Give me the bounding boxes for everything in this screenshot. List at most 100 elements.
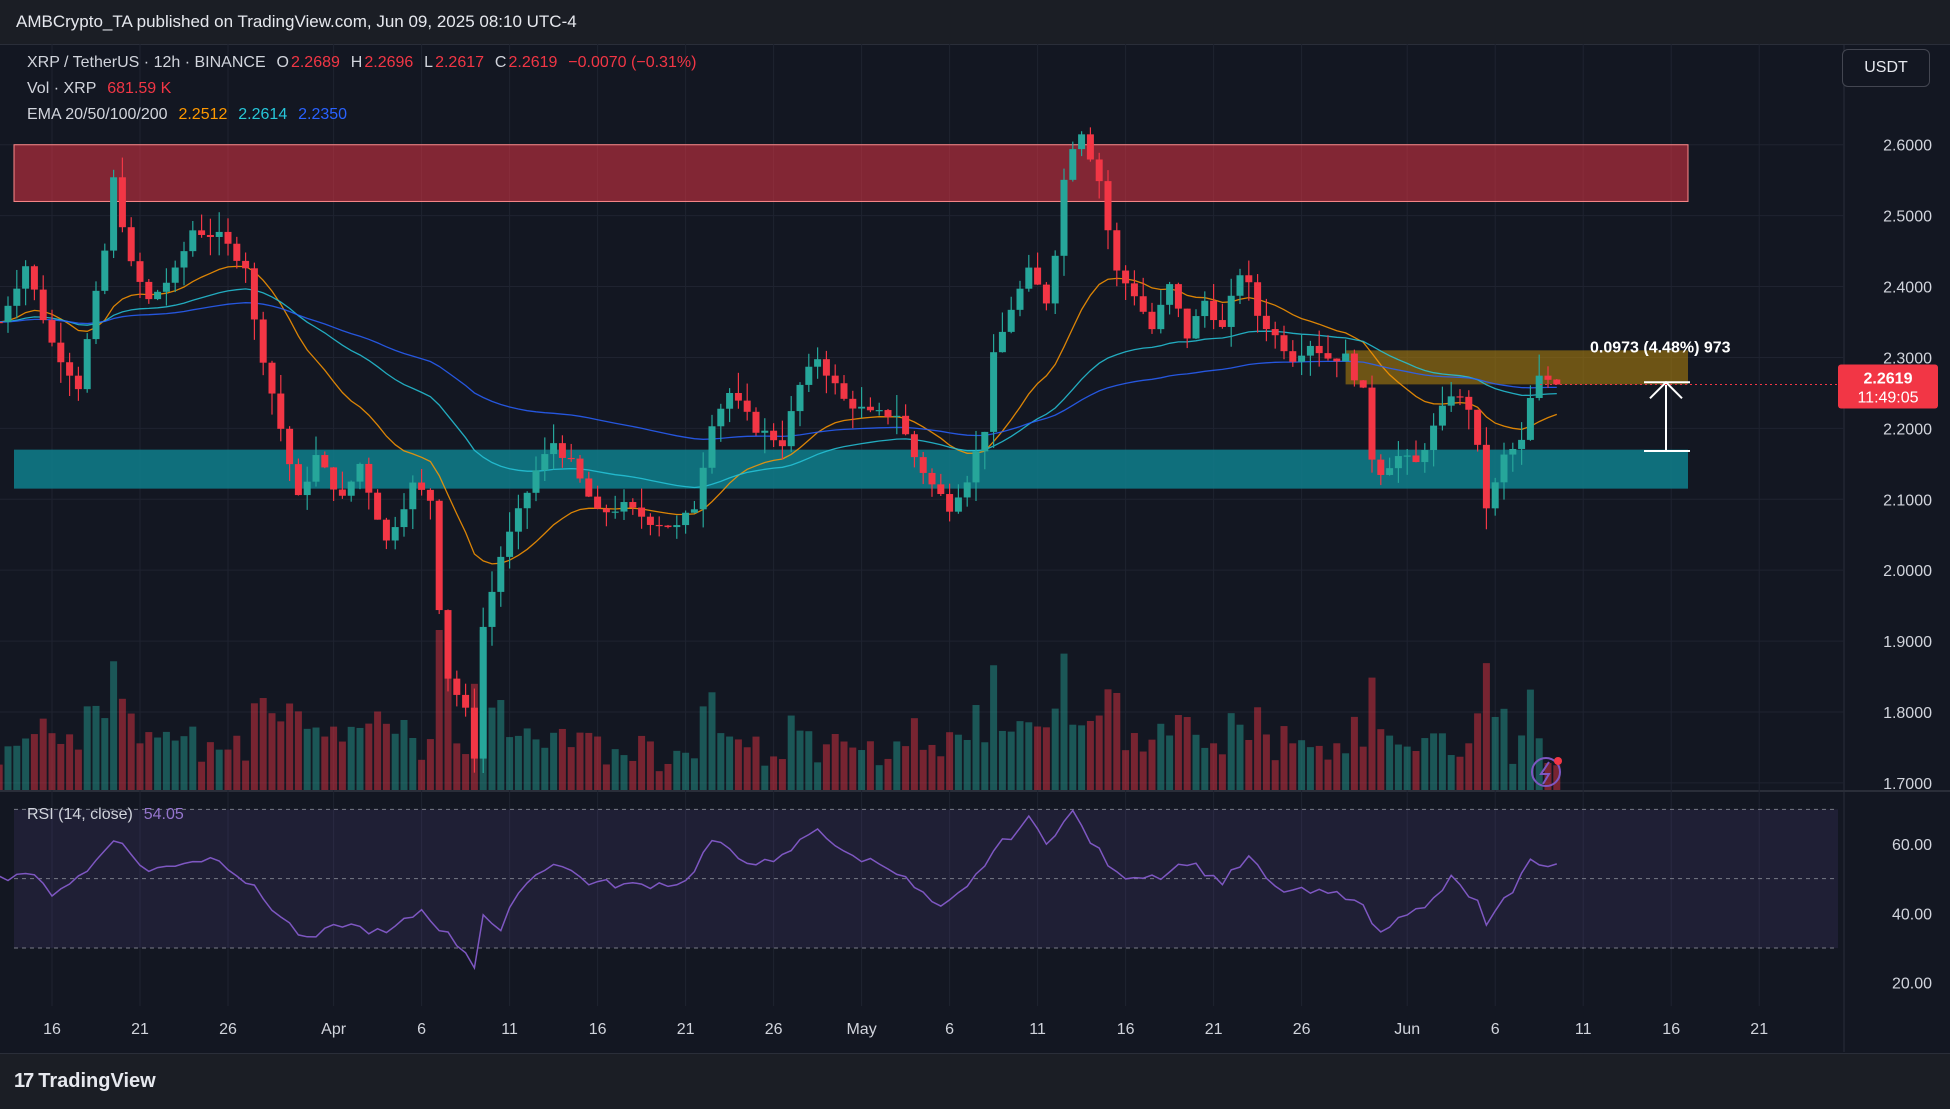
candle-body[interactable] <box>1122 270 1130 284</box>
candle-body[interactable] <box>1298 355 1306 362</box>
candle-body[interactable] <box>523 492 531 509</box>
rsi-label[interactable]: RSI (14, close) <box>27 806 133 823</box>
candle-body[interactable] <box>594 496 602 509</box>
candle-body[interactable] <box>400 509 408 528</box>
candle-body[interactable] <box>717 408 725 427</box>
resistance-zone[interactable] <box>13 144 1689 202</box>
candle-body[interactable] <box>1078 134 1086 150</box>
candle-body[interactable] <box>875 410 883 412</box>
candle-body[interactable] <box>761 430 769 433</box>
candle-body[interactable] <box>409 482 417 510</box>
candle-body[interactable] <box>550 443 558 455</box>
candle-body[interactable] <box>1465 396 1473 410</box>
candle-body[interactable] <box>453 678 461 695</box>
candle-body[interactable] <box>1095 159 1103 182</box>
candle-body[interactable] <box>488 591 496 627</box>
candle-body[interactable] <box>893 415 901 418</box>
candle-body[interactable] <box>1342 353 1350 362</box>
candle-body[interactable] <box>1544 375 1552 380</box>
candle-body[interactable] <box>286 428 294 465</box>
candle-body[interactable] <box>638 507 646 517</box>
candle-body[interactable] <box>22 266 30 289</box>
candle-body[interactable] <box>690 509 698 513</box>
currency-button[interactable]: USDT <box>1842 49 1930 87</box>
candle-body[interactable] <box>532 470 540 493</box>
candle-body[interactable] <box>1412 455 1420 463</box>
candle-body[interactable] <box>620 502 628 512</box>
candle-body[interactable] <box>576 458 584 479</box>
candle-body[interactable] <box>13 288 21 306</box>
candle-body[interactable] <box>198 230 206 235</box>
legend-symbol[interactable]: XRP / TetherUS · 12h · BINANCE <box>27 54 266 71</box>
candle-body[interactable] <box>435 500 443 611</box>
candle-body[interactable] <box>250 268 258 320</box>
candle-body[interactable] <box>127 227 135 262</box>
candle-body[interactable] <box>963 482 971 498</box>
candle-body[interactable] <box>268 362 276 394</box>
candle-body[interactable] <box>1254 282 1262 316</box>
candle-body[interactable] <box>497 556 505 592</box>
candle-body[interactable] <box>752 411 760 433</box>
candle-body[interactable] <box>136 261 144 282</box>
candle-body[interactable] <box>39 289 47 321</box>
candle-body[interactable] <box>981 431 989 452</box>
candle-body[interactable] <box>374 492 382 520</box>
candle-body[interactable] <box>83 339 91 390</box>
candle-body[interactable] <box>585 478 593 497</box>
candle-body[interactable] <box>1034 267 1042 285</box>
candle-body[interactable] <box>189 230 197 252</box>
brand-name[interactable]: TradingView <box>38 1070 155 1092</box>
candle-body[interactable] <box>1456 396 1464 398</box>
candle-body[interactable] <box>356 463 364 482</box>
candle-body[interactable] <box>57 342 65 363</box>
candle-body[interactable] <box>1526 398 1534 440</box>
candle-body[interactable] <box>840 383 848 399</box>
candle-body[interactable] <box>1051 255 1059 304</box>
candle-body[interactable] <box>699 467 707 510</box>
candle-body[interactable] <box>1474 409 1482 445</box>
candle-body[interactable] <box>1069 149 1077 180</box>
candle-body[interactable] <box>726 392 734 409</box>
ema-label[interactable]: EMA 20/50/100/200 <box>27 106 168 123</box>
candle-body[interactable] <box>1201 300 1209 317</box>
candle-body[interactable] <box>321 455 329 468</box>
candle-body[interactable] <box>1166 284 1174 305</box>
candle-body[interactable] <box>1386 468 1394 475</box>
candle-body[interactable] <box>1148 311 1156 330</box>
candle-body[interactable] <box>770 430 778 441</box>
candle-body[interactable] <box>418 482 426 490</box>
candle-body[interactable] <box>1333 358 1341 362</box>
candle-body[interactable] <box>928 472 936 485</box>
candle-body[interactable] <box>787 411 795 447</box>
candle-body[interactable] <box>506 531 514 557</box>
candle-body[interactable] <box>558 443 566 458</box>
candle-body[interactable] <box>849 398 857 409</box>
candle-body[interactable] <box>294 464 302 496</box>
candle-body[interactable] <box>796 384 804 412</box>
candle-body[interactable] <box>805 366 813 385</box>
candle-body[interactable] <box>154 291 162 300</box>
candle-body[interactable] <box>1271 329 1279 336</box>
chart-canvas[interactable]: 16 21 26 Apr 6 11 16 21 26 May 6 11 16 21 26 Jun 6 11 16 21… <box>0 44 1950 1054</box>
candle-body[interactable] <box>66 362 74 376</box>
candle-body[interactable] <box>1403 455 1411 457</box>
candle-body[interactable] <box>919 457 927 473</box>
candle-body[interactable] <box>338 489 346 496</box>
candle-body[interactable] <box>206 234 214 237</box>
candle-body[interactable] <box>990 352 998 432</box>
candle-body[interactable] <box>1280 335 1288 352</box>
candle-body[interactable] <box>541 454 549 471</box>
candle-body[interactable] <box>1016 288 1024 310</box>
candle-body[interactable] <box>1113 230 1121 271</box>
candle-body[interactable] <box>682 512 690 526</box>
candle-body[interactable] <box>365 463 373 493</box>
candle-body[interactable] <box>858 406 866 409</box>
candle-body[interactable] <box>277 393 285 429</box>
candle-body[interactable] <box>673 525 681 528</box>
candle-body[interactable] <box>1306 345 1314 356</box>
candle-body[interactable] <box>884 410 892 417</box>
candle-body[interactable] <box>391 527 399 541</box>
candle-body[interactable] <box>866 406 874 411</box>
candle-body[interactable] <box>822 359 830 376</box>
candle-body[interactable] <box>937 484 945 495</box>
